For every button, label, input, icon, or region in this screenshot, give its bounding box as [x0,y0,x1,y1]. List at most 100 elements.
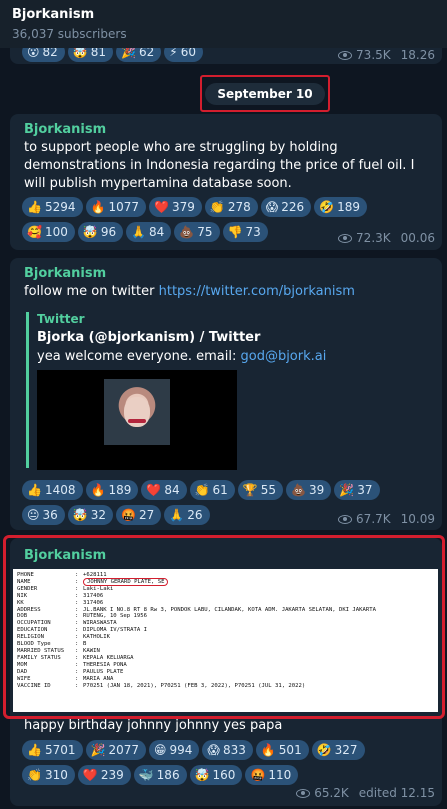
reaction-emoji-icon: 😱 [265,200,279,214]
document-value-text: THERESIA PONA [83,661,127,668]
reaction-chip[interactable]: 👎 73 [222,222,268,242]
document-value-text: PAULUS PLATE [83,668,124,675]
reaction-chip[interactable]: 🤯 160 [189,765,243,785]
document-field-label: EDUCATION [17,627,48,634]
document-row: EDUCATION: DIPLOMA IV/STRATA I [17,627,434,634]
reaction-chip[interactable]: 🤣 327 [311,740,365,760]
reaction-chip[interactable]: 🔥 189 [85,480,139,500]
reaction-emoji-icon: ❤️ [82,768,98,782]
date-label: September 10 [205,82,325,105]
reaction-chip[interactable]: 😐 36 [22,505,65,525]
document-field-value: WIRASWASTA [83,620,434,627]
reaction-chip[interactable]: ❤️ 84 [141,480,187,500]
reaction-count: 327 [334,743,358,757]
reaction-chip[interactable]: 🥰 100 [22,222,75,242]
reaction-chip[interactable]: 🙏 26 [164,505,210,525]
message-meta: 65.2K edited 12.15 [296,786,435,800]
document-value-text: KAWIN [83,647,100,654]
reaction-chip[interactable]: 🤯 96 [77,222,124,242]
document-colon: : [75,578,79,585]
reaction-chip[interactable]: 👍 5701 [22,740,83,760]
reaction-emoji-icon: 🎉 [90,743,106,757]
document-field-label: PHONE [17,572,34,578]
reaction-chip[interactable]: 💩 75 [174,222,220,242]
reaction-emoji-icon: 👍 [27,743,42,757]
reaction-chip[interactable]: 🤬 27 [116,505,162,525]
reaction-chip[interactable]: 🤯 32 [67,505,114,525]
reaction-count: 160 [212,768,236,782]
document-row: DOB: RUTENG, 10 Sep 1956 [17,613,434,620]
reaction-count: 226 [281,200,305,214]
reaction-emoji-icon: 👍 [27,200,42,214]
reaction-chip[interactable]: 👏 278 [204,197,258,217]
views-count: 73.5K [356,48,391,62]
reaction-chip[interactable]: ❤️ 239 [77,765,131,785]
document-value-text: JL.BANK I NO.8 RT 8 Rw 3, PONDOK LABU, C… [83,606,376,613]
reaction-count: 84 [164,483,180,497]
subscriber-count: 36,037 subscribers [12,27,127,41]
reaction-chip[interactable]: ❤️ 379 [149,197,202,217]
email-link[interactable]: god@bjork.ai [240,349,326,364]
document-row: NAME: JOHNNY GERARD PLATE, SE [17,577,434,586]
preview-desc-text: yea welcome everyone. email: [37,349,241,364]
channel-name[interactable]: Bjorkanism [24,122,106,137]
reaction-count: 1077 [108,200,139,214]
reaction-chip[interactable]: 😱 833 [202,740,253,760]
message-time: 10.09 [400,512,435,526]
preview-image[interactable] [37,370,237,470]
channel-header[interactable]: Bjorkanism 36,037 subscribers [0,0,447,48]
reaction-chip[interactable]: 🤣 189 [314,197,367,217]
channel-name[interactable]: Bjorkanism [24,266,106,281]
link-preview[interactable]: Twitter Bjorka (@bjorkanism) / Twitter y… [26,312,416,470]
reaction-emoji-icon: 🔥 [90,483,106,497]
reaction-chip[interactable]: 🤬 110 [245,765,299,785]
reaction-chip[interactable]: 👍 5294 [22,197,83,217]
document-colon: : [75,634,79,641]
document-colon: : [75,585,79,592]
document-field-label: NAME [17,578,31,585]
document-field-label: WIFE [17,675,31,682]
document-field-value: MARIA ANA [83,676,434,683]
reaction-chip[interactable]: 😱 226 [260,197,312,217]
document-value-text: B [83,641,87,648]
views-count: 67.7K [356,512,391,526]
views-count: 72.3K [356,231,391,245]
reaction-chip[interactable]: 👏 310 [22,765,75,785]
reaction-emoji-icon: 🤣 [316,743,332,757]
document-field-label: DAD [17,668,28,675]
document-field-label: MARRIED STATUS [17,647,65,654]
reaction-chip[interactable]: 🔥 501 [255,740,309,760]
document-field-value: PAULUS PLATE [83,669,434,676]
document-colon: : [75,572,79,578]
document-field-value: JOHNNY GERARD PLATE, SE [83,577,434,586]
document-field-value: JL.BANK I NO.8 RT 8 Rw 3, PONDOK LABU, C… [83,607,434,614]
document-value-text: JOHNNY GERARD PLATE, SE [83,577,169,586]
reaction-chip[interactable]: 👏 61 [189,480,235,500]
reaction-chip[interactable]: 💩 39 [286,480,332,500]
reaction-count: 994 [169,743,193,757]
document-field-label: NIK [17,592,28,599]
twitter-link[interactable]: https://twitter.com/bjorkanism [159,284,355,299]
reaction-chip[interactable]: 🙏 84 [126,222,172,242]
message-meta-partial: 73.5K 18.26 [338,48,435,62]
reaction-chip[interactable]: 🏆 55 [237,480,284,500]
reactions: 👍 5701 🎉 2077 😁 994 😱 833 🔥 501 🤣 327 👏 310 ❤️ 239 🐳 186 🤯… [22,740,442,790]
reaction-chip[interactable]: 👍 1408 [22,480,83,500]
reaction-emoji-icon: 🔥 [260,743,276,757]
reaction-emoji-icon: 😁 [154,743,167,757]
message-time: 00.06 [400,231,435,245]
document-field-value: RUTENG, 10 Sep 1956 [83,613,434,620]
reaction-chip[interactable]: 🎉 2077 [85,740,146,760]
reaction-count: 61 [212,483,228,497]
reaction-chip[interactable]: 🎉 37 [334,480,380,500]
reaction-count: 96 [100,225,117,239]
leaked-document-image[interactable]: PHONE: +628111 NAME: JOHNNY GERARD PLATE, S… [13,569,438,712]
document-colon: : [75,641,79,648]
views-icon [338,514,353,524]
document-field-label: DOB [17,613,28,620]
reaction-chip[interactable]: 😁 994 [149,740,200,760]
reaction-chip[interactable]: 🐳 186 [133,765,187,785]
reaction-chip[interactable]: 🔥 1077 [85,197,146,217]
document-field-label: ADDRESS [17,606,41,613]
reaction-count: 278 [227,200,251,214]
